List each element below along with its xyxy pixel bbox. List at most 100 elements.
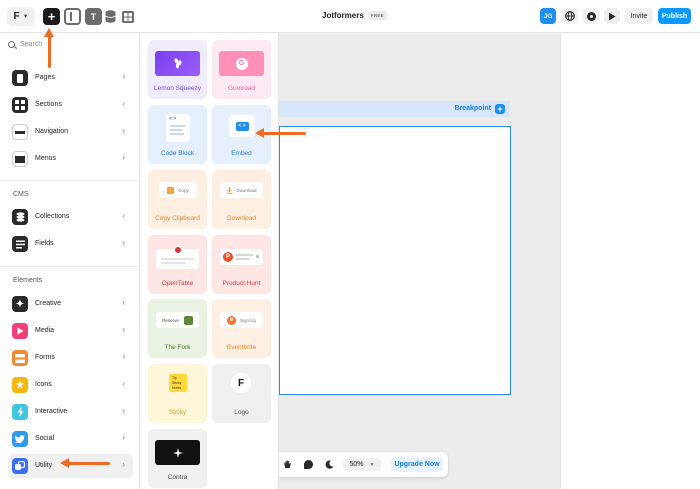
opentable-card[interactable]: OpenTable xyxy=(148,235,207,294)
sidebar-item-menus[interactable]: Menus › xyxy=(8,147,133,171)
sidebar-item-label: Navigation xyxy=(35,128,69,135)
properties-panel xyxy=(560,33,700,489)
opentable-thumbnail xyxy=(156,246,199,269)
sticky-line: Tip xyxy=(172,376,177,380)
sidebar-item-pages[interactable]: Pages › xyxy=(8,66,133,90)
search-bar xyxy=(8,41,120,48)
sidebar-item-navigation[interactable]: Navigation › xyxy=(8,120,133,144)
desktop-frame[interactable] xyxy=(279,126,511,395)
invite-button[interactable]: Invite xyxy=(625,8,653,24)
search-input[interactable] xyxy=(20,41,120,48)
zoom-select[interactable]: 50% ▼ xyxy=(343,458,381,471)
publish-button[interactable]: Publish xyxy=(658,8,691,24)
sticky-card[interactable]: Tip Sticky Notes Sticky xyxy=(148,364,207,423)
product-hunt-card[interactable]: P Product Hunt xyxy=(212,235,271,294)
sidebar-item-label: Pages xyxy=(35,74,55,81)
project-title[interactable]: Jotformers FREE xyxy=(322,11,387,20)
sidebar-item-sections[interactable]: Sections › xyxy=(8,93,133,117)
sidebar-item-label: Social xyxy=(35,435,55,442)
sidebar-item-fields[interactable]: Fields › xyxy=(8,232,133,256)
gumroad-thumbnail: G xyxy=(219,51,264,76)
download-card[interactable]: Download Download xyxy=(212,170,271,229)
pages-icon xyxy=(12,70,28,86)
layout-icon xyxy=(70,12,72,21)
card-label: The Fork xyxy=(164,344,191,351)
site-settings-button[interactable] xyxy=(562,8,578,24)
navigation-icon xyxy=(12,124,28,140)
components-button[interactable] xyxy=(119,8,136,25)
sidebar-item-icons[interactable]: ★ Icons › xyxy=(8,373,133,397)
sidebar-item-forms[interactable]: Forms › xyxy=(8,346,133,370)
add-breakpoint-button[interactable]: + xyxy=(495,104,505,114)
reserve-button-text: Reserve xyxy=(162,317,179,323)
sidebar-item-collections[interactable]: Collections › xyxy=(8,205,133,229)
sidebar-item-media[interactable]: Media › xyxy=(8,319,133,343)
card-label: Sticky xyxy=(168,409,187,416)
comment-icon[interactable] xyxy=(304,460,313,469)
chevron-right-icon: › xyxy=(122,153,125,162)
framer-menu-button[interactable]: F ▼ xyxy=(7,7,35,26)
layout-tool-button[interactable] xyxy=(64,8,81,25)
annotation-arrow xyxy=(44,28,54,68)
text-tool-button[interactable]: T xyxy=(85,8,102,25)
moon-icon[interactable] xyxy=(325,460,334,469)
lemon-squeezy-thumbnail xyxy=(155,51,200,76)
card-label: Code Block xyxy=(160,150,195,157)
the-fork-card[interactable]: Reserve The Fork xyxy=(148,299,207,358)
opentable-icon xyxy=(174,246,182,254)
sidebar-item-utility[interactable]: Utility › xyxy=(8,454,133,478)
chevron-right-icon: › xyxy=(122,433,125,442)
eventbrite-thumbnail: e Sign Up xyxy=(220,312,263,328)
framer-logo-icon: F xyxy=(237,377,245,389)
sidebar-item-interactive[interactable]: Interactive › xyxy=(8,400,133,424)
the-fork-icon xyxy=(183,315,193,325)
embed-icon: < > xyxy=(235,121,249,131)
code-block-card[interactable]: < > Code Block xyxy=(148,105,207,164)
framer-logo-icon: F xyxy=(13,11,20,22)
sections-icon xyxy=(12,97,28,113)
upgrade-button[interactable]: Upgrade Now xyxy=(391,457,443,472)
hand-tool-icon[interactable] xyxy=(283,460,292,469)
sticky-line: Sticky xyxy=(172,381,182,385)
breakpoint-label[interactable]: Breakpoint xyxy=(454,105,491,112)
fields-icon xyxy=(12,236,28,252)
logo-card[interactable]: F Logo xyxy=(212,364,271,423)
annotation-arrow xyxy=(60,458,110,468)
preview-button[interactable] xyxy=(604,8,620,24)
eventbrite-card[interactable]: e Sign Up Eventbrite xyxy=(212,299,271,358)
play-icon xyxy=(609,12,616,20)
cms-button[interactable] xyxy=(102,8,119,25)
copy-clipboard-card[interactable]: Copy Copy Clipboard xyxy=(148,170,207,229)
collections-icon xyxy=(12,209,28,225)
contra-card[interactable]: Contra xyxy=(148,429,207,488)
record-button[interactable] xyxy=(583,8,599,24)
sticky-line: Notes xyxy=(172,386,182,390)
database-icon xyxy=(105,10,116,23)
logo-thumbnail: F xyxy=(231,373,251,393)
gumroad-icon: G xyxy=(235,57,248,70)
grid-icon xyxy=(121,10,134,23)
sidebar-item-creative[interactable]: ✦ Creative › xyxy=(8,292,133,316)
globe-icon xyxy=(565,11,575,21)
card-label: Copy Clipboard xyxy=(155,215,200,222)
code-block-thumbnail: < > xyxy=(166,114,190,142)
media-icon xyxy=(12,323,28,339)
download-button-text: Download xyxy=(236,187,257,193)
gumroad-card[interactable]: G Gumroad xyxy=(212,40,271,99)
contra-thumbnail xyxy=(155,440,200,465)
record-icon xyxy=(586,11,596,21)
lemon-squeezy-card[interactable]: Lemon Squeezy xyxy=(148,40,207,99)
insert-button[interactable]: + xyxy=(43,8,60,25)
avatar[interactable]: JG xyxy=(540,8,556,24)
project-name: Jotformers xyxy=(322,11,364,20)
sticky-note-thumbnail: Tip Sticky Notes xyxy=(169,374,187,392)
top-toolbar: F ▼ + T Jotformers FREE JG Invite Publis… xyxy=(0,0,700,33)
plus-icon: + xyxy=(47,9,56,24)
sidebar-item-social[interactable]: Social › xyxy=(8,427,133,451)
download-icon xyxy=(226,186,233,194)
card-label: Gumroad xyxy=(227,85,256,92)
product-hunt-thumbnail: P xyxy=(220,249,263,265)
sidebar-item-label: Fields xyxy=(35,240,54,247)
chevron-right-icon: › xyxy=(122,238,125,247)
contra-icon xyxy=(172,447,183,458)
